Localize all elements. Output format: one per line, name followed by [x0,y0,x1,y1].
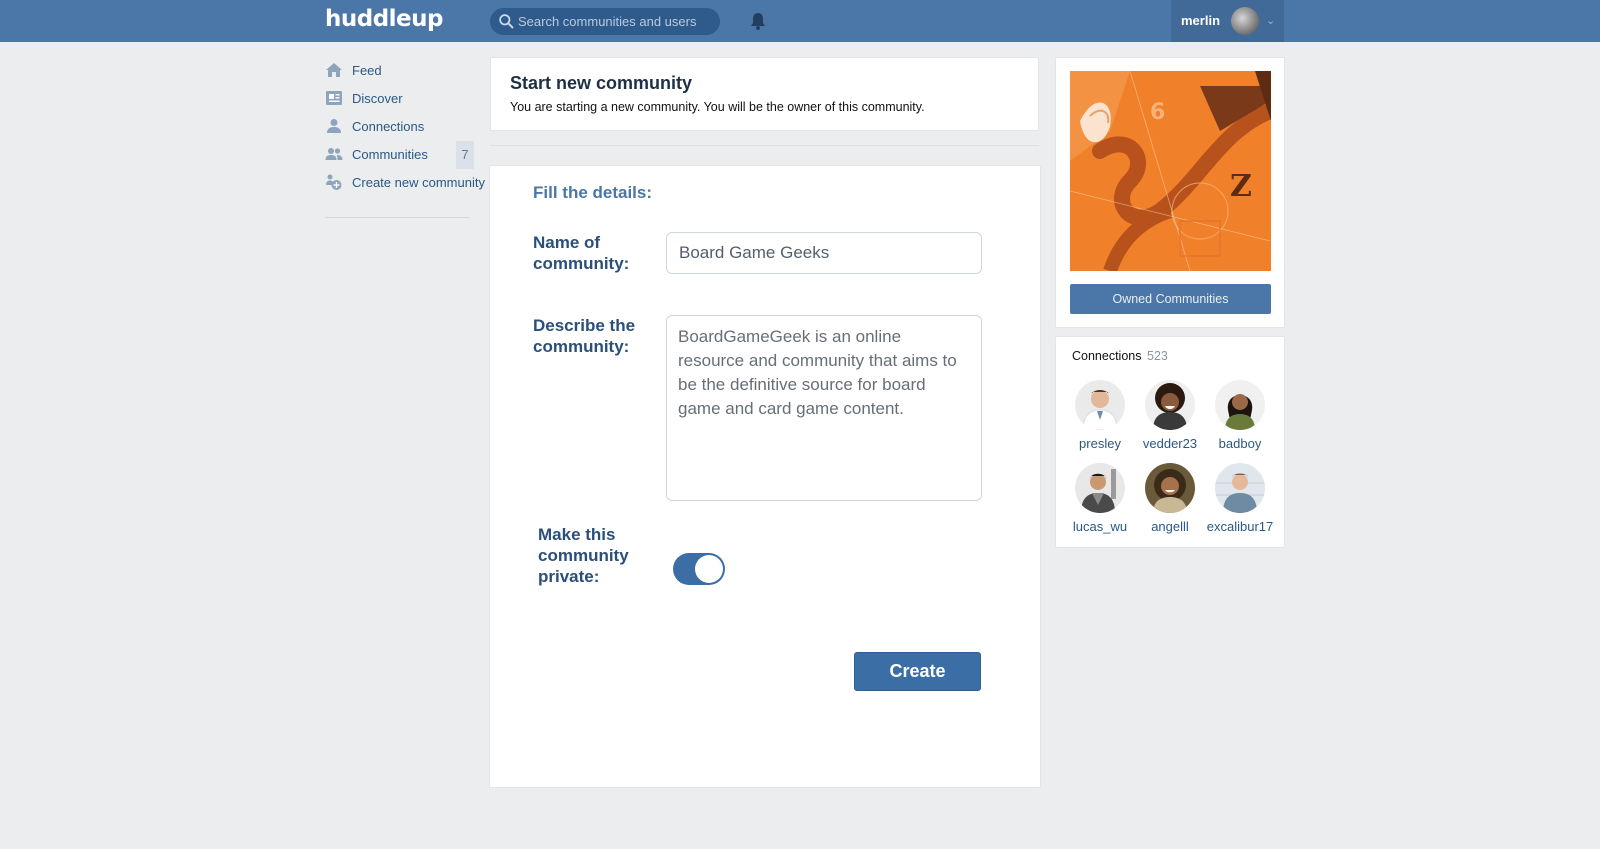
avatar [1145,463,1195,513]
sidebar-item-communities[interactable]: Communities 7 [325,141,485,170]
bell-icon[interactable] [748,11,768,31]
description-label: Describe the community: [533,316,636,356]
svg-text:Z: Z [1230,169,1252,204]
news-icon [326,91,342,105]
connections-count: 523 [1147,349,1168,363]
sidebar-item-create-community[interactable]: Create new community [325,170,485,198]
create-community-icon [326,174,342,190]
users-icon [325,148,343,160]
divider [490,145,1039,146]
avatar [1215,463,1265,513]
community-name-input[interactable] [666,232,982,274]
private-toggle[interactable] [673,553,725,585]
search-icon [499,14,514,29]
communities-count-badge: 7 [456,141,474,169]
sidebar-item-label: Connections [352,119,425,134]
sidebar-item-label: Discover [352,91,403,106]
page-subtitle: You are starting a new community. You wi… [510,100,925,114]
connection-name: angelll [1151,519,1189,534]
toggle-knob [695,555,723,583]
connections-card: Connections 523 presley vedder23 badboy … [1055,336,1285,548]
avatar [1075,463,1125,513]
app-logo[interactable]: huddleup [325,6,444,32]
board-game-illustration: 6 Z [1070,71,1271,271]
private-label: Make this community private: [538,525,629,586]
page-header-card: Start new community You are starting a n… [490,57,1039,131]
community-form: Fill the details: Name of community: Des… [489,165,1041,788]
community-description-input[interactable]: BoardGameGeek is an online resource and … [666,315,982,501]
create-button[interactable]: Create [854,652,981,691]
name-label: Name of community: [533,233,630,273]
community-illustration: 6 Z [1070,71,1271,271]
svg-text:6: 6 [1150,100,1165,125]
avatar [1075,380,1125,430]
username: merlin [1181,13,1221,28]
connection-item[interactable]: angelll [1134,463,1206,541]
sidebar-item-label: Feed [352,63,382,78]
sidebar-item-label: Create new community [352,175,485,190]
connection-item[interactable]: lucas_wu [1064,463,1136,541]
search-box[interactable] [490,8,720,35]
connection-item[interactable]: excalibur17 [1204,463,1276,541]
user-menu[interactable]: merlin ⌄ [1171,0,1284,42]
sidebar: Feed Discover Connections Communities 7 [325,58,485,218]
connection-name: lucas_wu [1072,519,1128,534]
connection-name: vedder23 [1142,436,1198,451]
connection-item[interactable]: presley [1064,380,1136,458]
sidebar-item-discover[interactable]: Discover [325,86,485,114]
owned-communities-button[interactable]: Owned Communities [1070,284,1271,314]
sidebar-item-connections[interactable]: Connections [325,114,485,142]
connections-title: Connections [1072,349,1142,363]
home-icon [326,63,342,77]
connection-name: presley [1079,436,1121,451]
top-bar: huddleup merlin ⌄ [0,0,1600,42]
sidebar-divider [325,217,470,218]
connection-name: badboy [1218,436,1262,451]
owned-communities-card: 6 Z Owned Communities [1055,57,1285,328]
sidebar-item-feed[interactable]: Feed [325,58,485,86]
chevron-down-icon: ⌄ [1266,15,1276,27]
connection-item[interactable]: vedder23 [1134,380,1206,458]
avatar [1145,380,1195,430]
connection-name: excalibur17 [1206,519,1274,534]
avatar [1231,7,1259,35]
search-input[interactable] [518,8,713,35]
avatar [1215,380,1265,430]
connection-item[interactable]: badboy [1204,380,1276,458]
user-icon [327,119,341,133]
page-title: Start new community [510,73,693,93]
form-section-title: Fill the details: [533,183,653,202]
sidebar-item-label: Communities [352,147,428,162]
